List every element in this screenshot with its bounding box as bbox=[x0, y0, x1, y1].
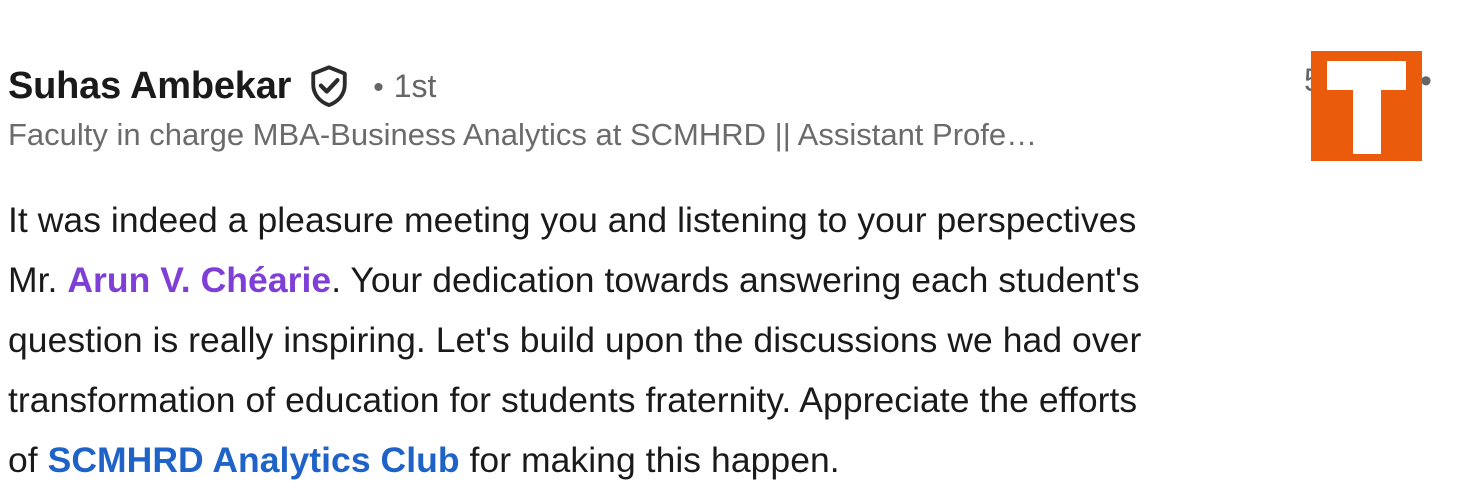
comment-line: Mr. Arun V. Chéarie. Your dedication tow… bbox=[8, 250, 1448, 310]
letter-t-logo bbox=[1311, 51, 1422, 161]
degree-label: 1st bbox=[393, 67, 437, 104]
organization-mention-link[interactable]: SCMHRD Analytics Club bbox=[48, 440, 460, 480]
comment-text-fragment: of bbox=[8, 440, 48, 480]
author-headline: Faculty in charge MBA-Business Analytics… bbox=[8, 117, 1038, 152]
comment-line: of SCMHRD Analytics Club for making this… bbox=[8, 430, 1448, 490]
comment-text: It was indeed a pleasure meeting you and… bbox=[8, 190, 1448, 490]
comment-line: It was indeed a pleasure meeting you and… bbox=[8, 200, 1137, 240]
author-name-link[interactable]: Suhas Ambekar bbox=[8, 65, 291, 108]
person-mention-link[interactable]: Arun V. Chéarie bbox=[67, 260, 331, 300]
degree-separator: • bbox=[373, 70, 384, 104]
comment-text-fragment: for making this happen. bbox=[459, 440, 840, 480]
comment-card: Suhas Ambekar • 1st Faculty in charge MBA… bbox=[8, 0, 1448, 495]
comment-line: transformation of education for students… bbox=[8, 380, 1138, 420]
connection-degree: • 1st bbox=[373, 68, 436, 105]
comment-line: question is really inspiring. Let's buil… bbox=[8, 320, 1142, 360]
comment-text-fragment: . Your dedication towards answering each… bbox=[331, 260, 1140, 300]
shield-check-icon[interactable] bbox=[307, 63, 351, 109]
comment-text-fragment: Mr. bbox=[8, 260, 68, 300]
comment-header: Suhas Ambekar • 1st bbox=[8, 58, 436, 114]
